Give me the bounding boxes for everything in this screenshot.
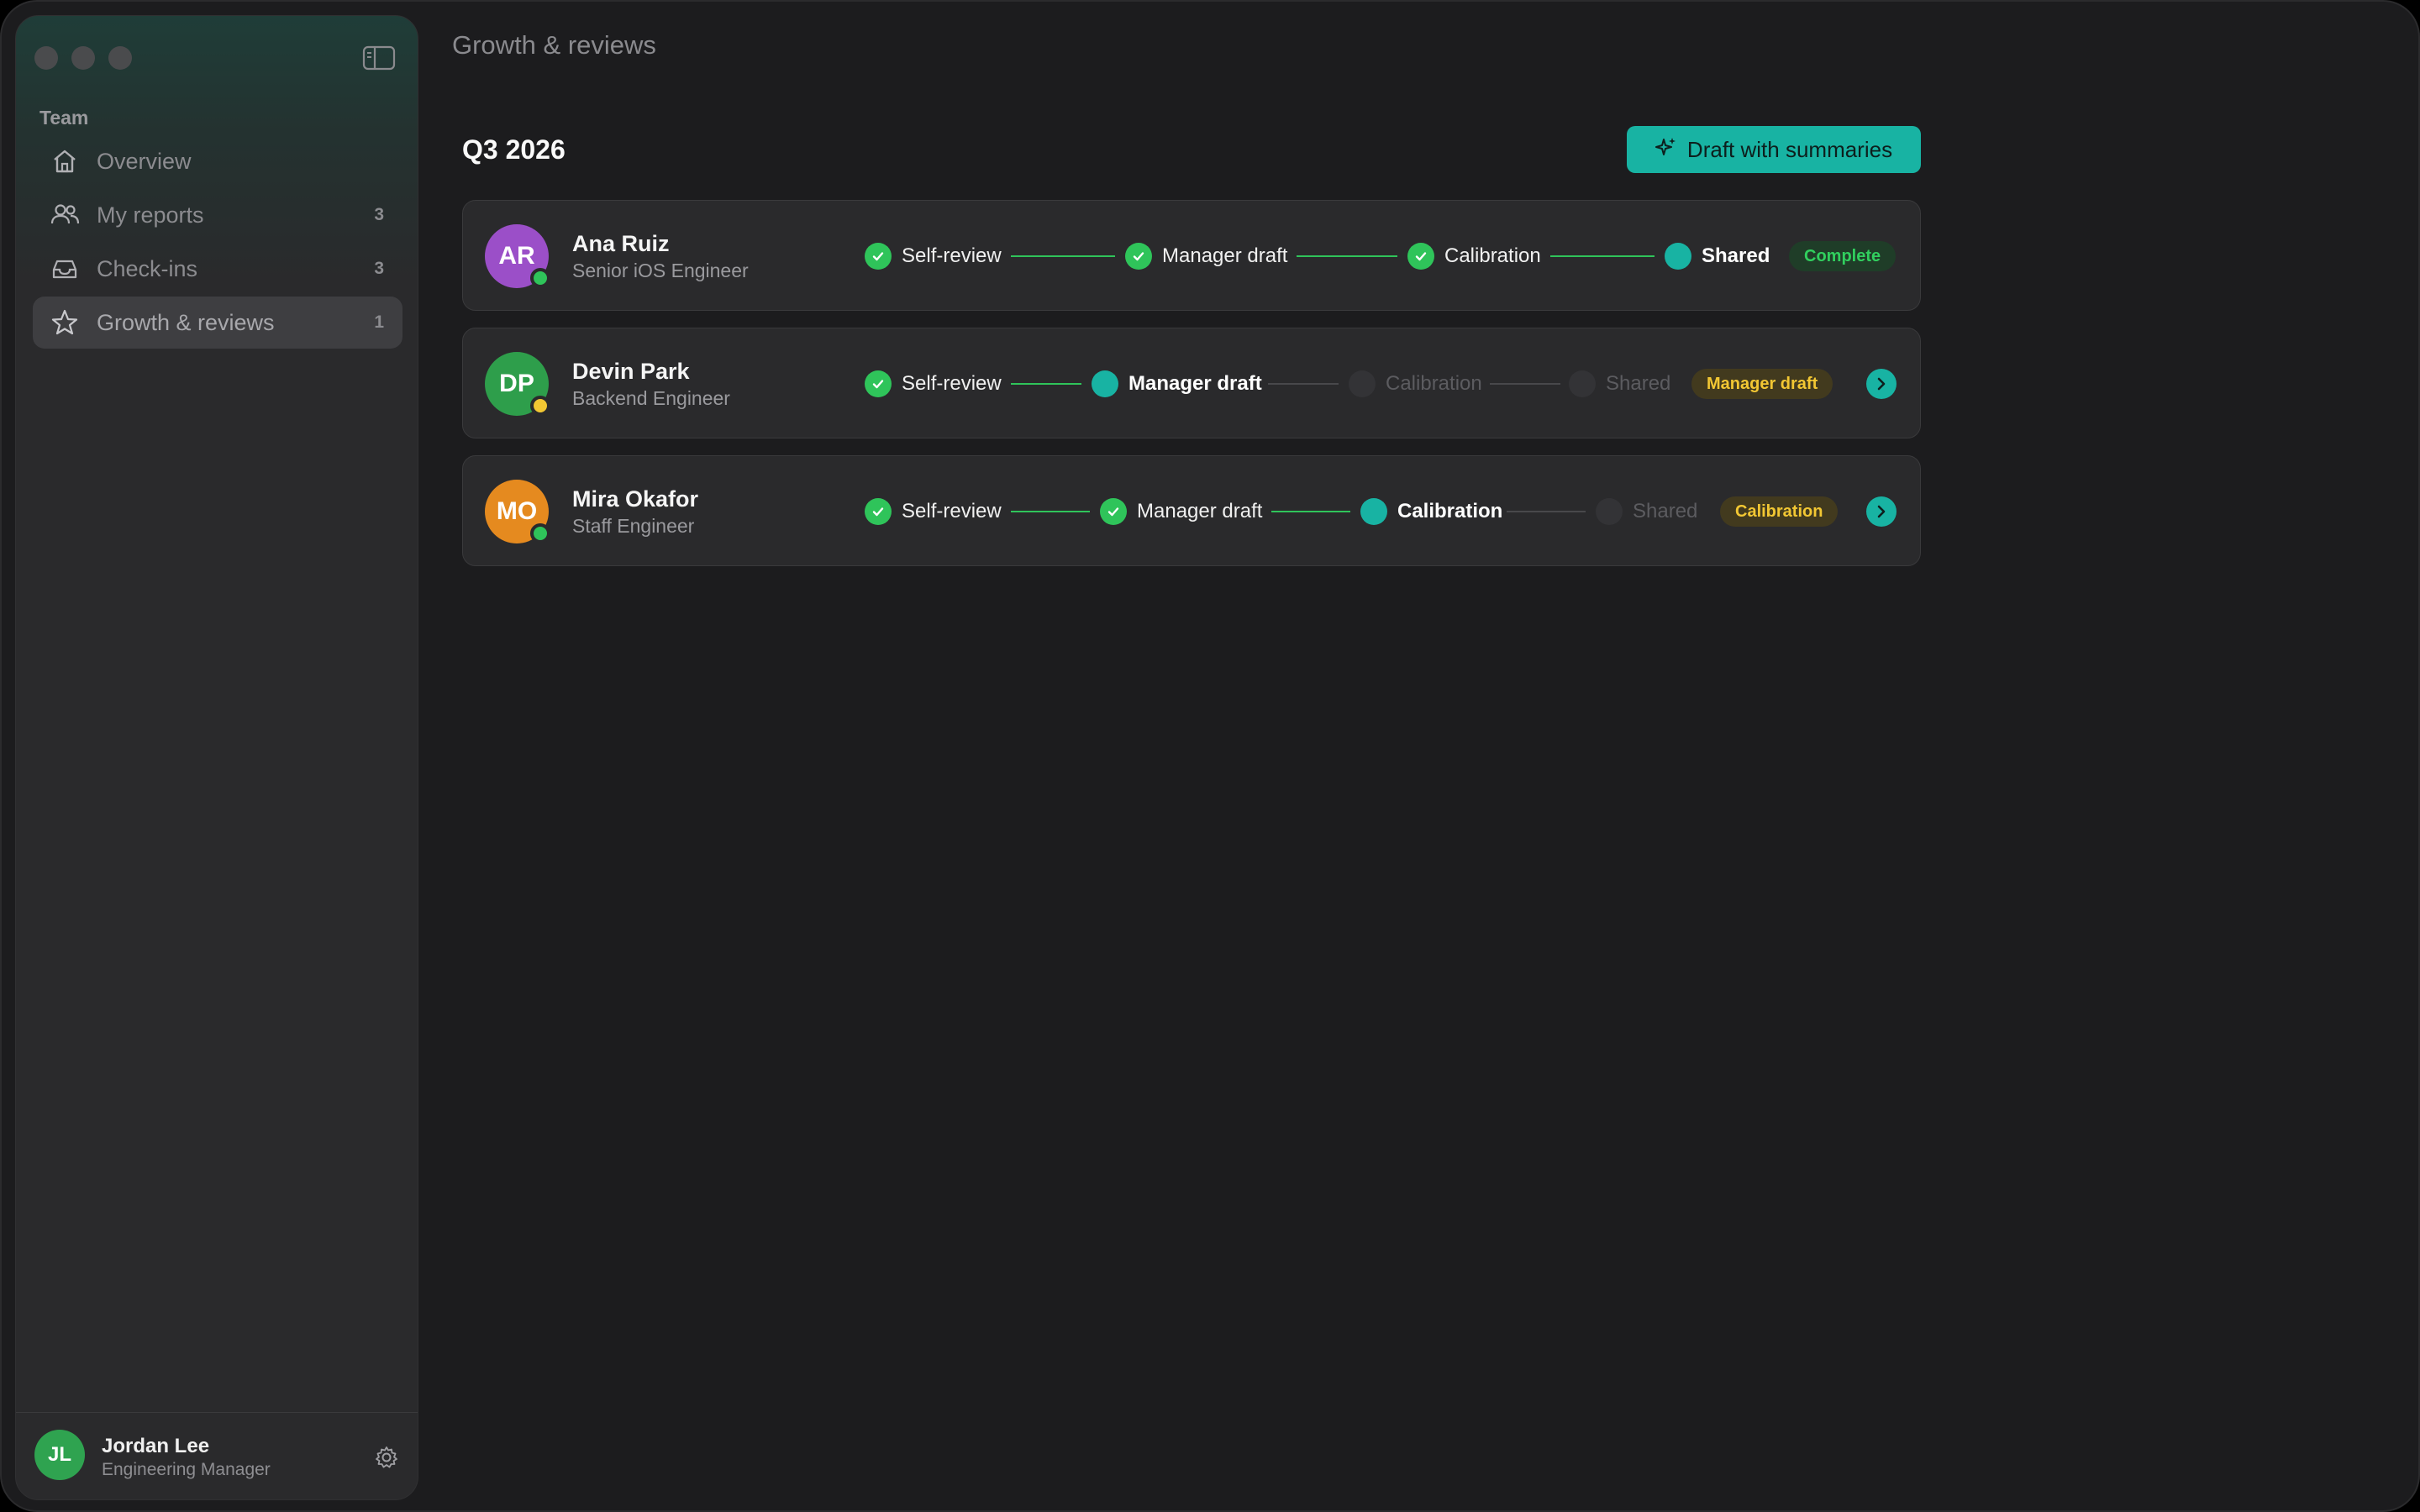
- checkmark-icon: [1407, 243, 1434, 270]
- checkmark-icon: [1125, 243, 1152, 270]
- sidebar-item-overview[interactable]: Overview: [33, 135, 402, 187]
- pending-step-dot: [1569, 370, 1596, 397]
- presence-indicator: [530, 523, 550, 543]
- avatar: JL: [34, 1430, 85, 1480]
- step-connector: [1011, 511, 1090, 512]
- step-label: Calibration: [1444, 244, 1541, 267]
- person-role: Senior iOS Engineer: [572, 260, 749, 281]
- close-window-button[interactable]: [34, 46, 58, 70]
- step-shared: Shared: [1569, 370, 1670, 397]
- step-connector: [1268, 383, 1339, 385]
- sidebar-item-label: My reports: [97, 202, 204, 228]
- step-label: Self-review: [902, 500, 1002, 522]
- step-calibration: Calibration: [1349, 370, 1482, 397]
- pending-step-dot: [1349, 370, 1376, 397]
- sidebar: Team Overview My reports 3 Check-ins 3 G…: [15, 15, 418, 1500]
- step-shared: Shared: [1665, 243, 1770, 270]
- step-self-review: Self-review: [865, 370, 1002, 397]
- review-card[interactable]: MO Mira Okafor Staff Engineer Self-revie…: [462, 455, 1921, 566]
- draft-with-summaries-button[interactable]: Draft with summaries: [1627, 126, 1921, 173]
- sidebar-item-count: 1: [374, 312, 384, 332]
- step-label: Manager draft: [1128, 372, 1262, 395]
- step-label: Manager draft: [1162, 244, 1288, 267]
- sidebar-nav: Overview My reports 3 Check-ins 3 Growth…: [33, 135, 402, 350]
- checkmark-icon: [865, 498, 892, 525]
- sidebar-section-label: Team: [39, 107, 89, 129]
- sidebar-item-label: Growth & reviews: [97, 309, 275, 335]
- step-calibration: Calibration: [1360, 498, 1502, 525]
- minimize-window-button[interactable]: [71, 46, 95, 70]
- person-role: Backend Engineer: [572, 387, 730, 409]
- step-calibration: Calibration: [1407, 243, 1541, 270]
- step-manager-draft: Manager draft: [1100, 498, 1262, 525]
- inbox-icon: [50, 254, 80, 284]
- step-label: Shared: [1633, 500, 1698, 522]
- step-connector: [1507, 511, 1586, 512]
- presence-indicator: [530, 396, 550, 416]
- current-user-bar[interactable]: JL Jordan Lee Engineering Manager: [16, 1412, 418, 1499]
- presence-indicator: [530, 268, 550, 288]
- checkmark-icon: [865, 370, 892, 397]
- step-label: Self-review: [902, 244, 1002, 267]
- home-icon: [50, 146, 80, 176]
- step-self-review: Self-review: [865, 243, 1002, 270]
- step-manager-draft: Manager draft: [1092, 370, 1262, 397]
- window-controls: [34, 46, 132, 70]
- sidebar-item-count: 3: [374, 259, 384, 278]
- sidebar-item-label: Check-ins: [97, 255, 198, 281]
- current-step-dot: [1360, 498, 1387, 525]
- step-label: Calibration: [1386, 372, 1482, 395]
- sidebar-item-label: Overview: [97, 148, 192, 174]
- draft-button-label: Draft with summaries: [1686, 136, 1893, 162]
- person-name: Ana Ruiz: [572, 231, 670, 256]
- people-icon: [50, 200, 80, 230]
- status-badge: Complete: [1789, 241, 1897, 271]
- app-window: Team Overview My reports 3 Check-ins 3 G…: [0, 0, 2420, 1512]
- step-label: Calibration: [1397, 500, 1503, 522]
- step-shared: Shared: [1596, 498, 1697, 525]
- step-label: Shared: [1702, 244, 1770, 267]
- checkmark-icon: [1100, 498, 1127, 525]
- sidebar-toggle-icon[interactable]: [362, 45, 396, 71]
- gear-icon[interactable]: [374, 1445, 399, 1470]
- review-card[interactable]: DP Devin Park Backend Engineer Self-revi…: [462, 328, 1921, 438]
- current-step-dot: [1092, 370, 1118, 397]
- step-connector: [1271, 511, 1350, 512]
- user-role: Engineering Manager: [102, 1460, 271, 1479]
- step-label: Self-review: [902, 372, 1002, 395]
- checkmark-icon: [865, 243, 892, 270]
- step-connector: [1490, 383, 1560, 385]
- step-connector: [1550, 255, 1655, 257]
- step-connector: [1011, 255, 1115, 257]
- zoom-window-button[interactable]: [108, 46, 132, 70]
- star-icon: [50, 307, 80, 338]
- chevron-right-icon[interactable]: [1866, 496, 1897, 527]
- step-connector: [1297, 255, 1397, 257]
- person-role: Staff Engineer: [572, 515, 695, 537]
- step-manager-draft: Manager draft: [1125, 243, 1287, 270]
- sidebar-item-count: 3: [374, 205, 384, 224]
- sidebar-item-my-reports[interactable]: My reports 3: [33, 189, 402, 241]
- status-badge: Calibration: [1720, 496, 1839, 527]
- step-connector: [1011, 383, 1081, 385]
- step-self-review: Self-review: [865, 498, 1002, 525]
- sparkle-icon: [1655, 136, 1677, 164]
- user-name: Jordan Lee: [102, 1435, 210, 1457]
- quarter-heading: Q3 2026: [462, 134, 566, 165]
- step-label: Manager draft: [1137, 500, 1263, 522]
- person-name: Mira Okafor: [572, 486, 699, 512]
- sidebar-item-growth-reviews[interactable]: Growth & reviews 1: [33, 297, 402, 349]
- page-title: Growth & reviews: [452, 30, 656, 60]
- review-card[interactable]: AR Ana Ruiz Senior iOS Engineer Self-rev…: [462, 200, 1921, 311]
- pending-step-dot: [1596, 498, 1623, 525]
- status-badge: Manager draft: [1691, 369, 1833, 399]
- person-name: Devin Park: [572, 359, 690, 384]
- sidebar-item-check-ins[interactable]: Check-ins 3: [33, 243, 402, 295]
- step-label: Shared: [1606, 372, 1671, 395]
- chevron-right-icon[interactable]: [1866, 369, 1897, 399]
- current-step-dot: [1665, 243, 1691, 270]
